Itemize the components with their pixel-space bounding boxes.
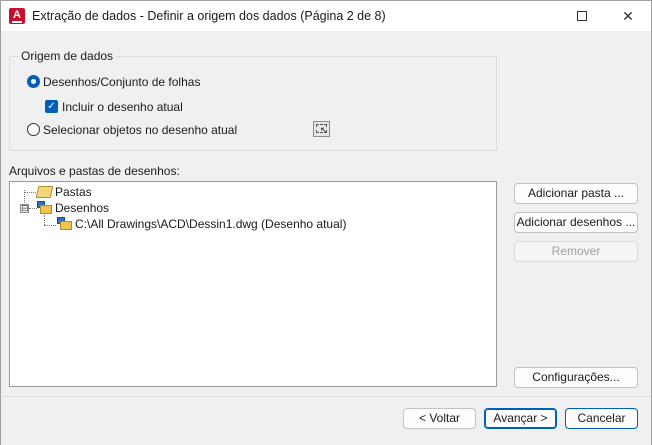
files-label: Arquivos e pastas de desenhos: xyxy=(9,164,180,178)
tree-connector xyxy=(29,208,37,209)
select-objects-radio[interactable] xyxy=(27,123,40,136)
autocad-app-icon: A xyxy=(9,8,25,24)
include-current-label[interactable]: Incluir o desenho atual xyxy=(62,100,183,114)
add-folder-button[interactable]: Adicionar pasta ... xyxy=(514,183,638,204)
tree-connector xyxy=(24,192,36,193)
settings-button[interactable]: Configurações... xyxy=(514,367,638,388)
cancel-button[interactable]: Cancelar xyxy=(565,408,638,429)
tree-item-current-drawing[interactable]: C:\All Drawings\ACD\Dessin1.dwg (Desenho… xyxy=(75,217,346,231)
select-objects-radio-label[interactable]: Selecionar objetos no desenho atual xyxy=(43,123,237,137)
tree-item-folders[interactable]: Pastas xyxy=(55,185,92,199)
close-icon: ✕ xyxy=(622,8,634,24)
dialog-window: A Extração de dados - Definir a origem d… xyxy=(0,0,652,445)
drawings-radio[interactable] xyxy=(27,75,40,88)
drawings-folder-icon xyxy=(37,201,53,215)
drawings-radio-label[interactable]: Desenhos/Conjunto de folhas xyxy=(43,75,200,89)
data-source-legend: Origem de dados xyxy=(19,49,116,63)
collapse-icon[interactable]: ⊟ xyxy=(20,204,29,213)
next-button[interactable]: Avançar > xyxy=(484,408,557,429)
window-title: Extração de dados - Definir a origem dos… xyxy=(32,9,386,23)
close-button[interactable]: ✕ xyxy=(605,1,651,31)
tree-connector xyxy=(44,225,56,226)
include-current-checkbox[interactable]: ✓ xyxy=(45,100,58,113)
tree-item-drawings[interactable]: Desenhos xyxy=(55,201,109,215)
drawings-tree[interactable]: Pastas ⊟ Desenhos C:\All Drawings\ACD\De… xyxy=(9,181,497,387)
add-drawings-button[interactable]: Adicionar desenhos ... xyxy=(514,212,638,233)
maximize-icon xyxy=(577,11,587,22)
tree-connector xyxy=(44,215,45,225)
remove-button[interactable]: Remover xyxy=(514,241,638,262)
select-objects-pick-button[interactable] xyxy=(313,121,330,137)
back-button[interactable]: < Voltar xyxy=(403,408,476,429)
title-bar: A Extração de dados - Definir a origem d… xyxy=(1,1,651,31)
maximize-button[interactable] xyxy=(559,1,605,31)
folder-open-icon xyxy=(35,186,54,198)
dwg-file-icon xyxy=(57,217,73,231)
